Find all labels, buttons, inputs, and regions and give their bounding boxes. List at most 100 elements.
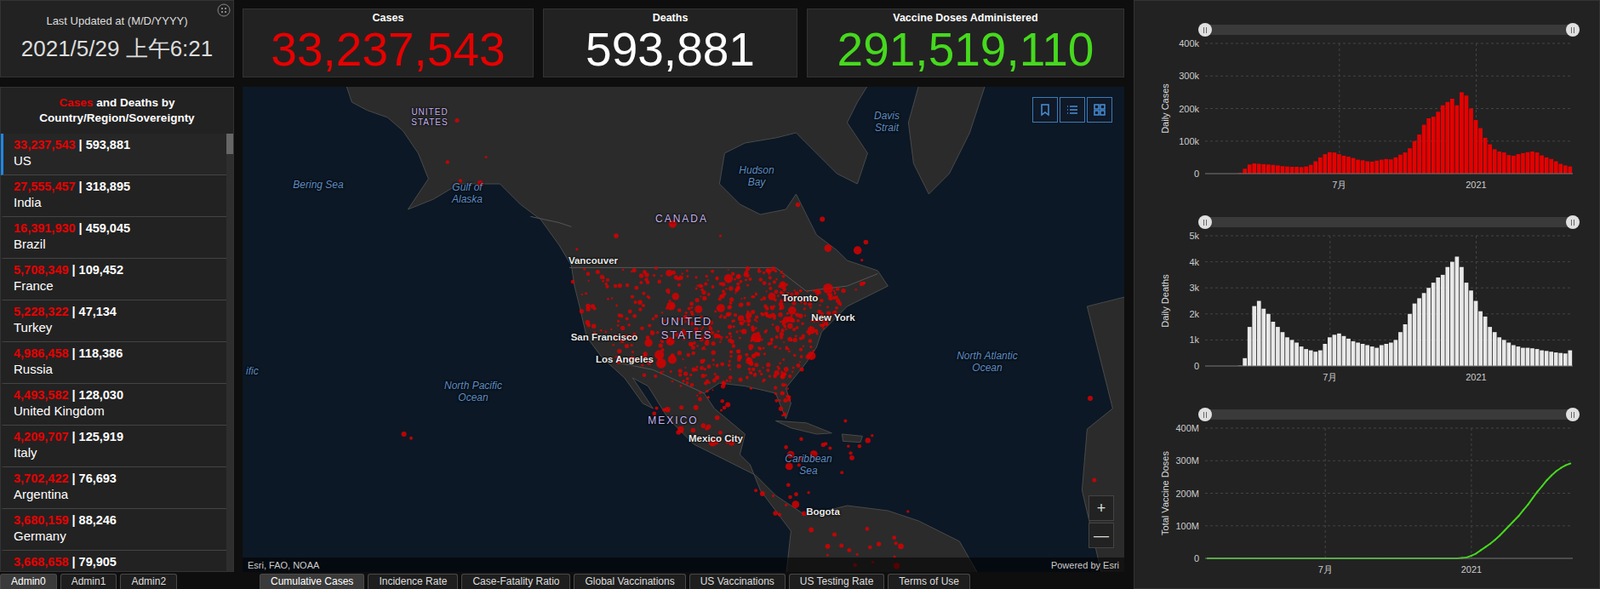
bar[interactable] <box>1539 155 1544 174</box>
country-row[interactable]: 5,228,322|47,134Turkey <box>0 300 227 343</box>
country-row[interactable]: 3,680,159|88,246Germany <box>0 508 227 551</box>
case-marker[interactable] <box>656 331 659 334</box>
case-marker[interactable] <box>776 329 780 333</box>
line-segment[interactable] <box>1547 475 1553 481</box>
case-marker[interactable] <box>743 270 749 275</box>
bar[interactable] <box>1535 348 1540 366</box>
case-marker[interactable] <box>840 288 846 293</box>
line-segment[interactable] <box>1542 480 1548 486</box>
line-segment[interactable] <box>1475 549 1481 554</box>
case-marker[interactable] <box>746 301 751 306</box>
case-marker[interactable] <box>586 307 591 312</box>
case-marker[interactable] <box>691 306 694 309</box>
bar[interactable] <box>1407 148 1412 174</box>
case-marker[interactable] <box>690 382 695 388</box>
bar[interactable] <box>1506 342 1511 367</box>
case-marker[interactable] <box>595 269 600 275</box>
case-marker[interactable] <box>748 277 752 281</box>
range-slider[interactable] <box>1205 217 1573 228</box>
bar[interactable] <box>1525 348 1531 366</box>
case-marker[interactable] <box>772 304 776 308</box>
case-marker[interactable] <box>737 364 742 369</box>
case-marker[interactable] <box>764 330 768 334</box>
case-marker[interactable] <box>720 408 723 412</box>
line-segment[interactable] <box>1499 531 1505 537</box>
bar[interactable] <box>1388 342 1394 367</box>
case-marker[interactable] <box>782 287 786 292</box>
line-segment[interactable] <box>1556 468 1562 472</box>
bar[interactable] <box>1398 154 1403 174</box>
case-marker[interactable] <box>783 366 789 372</box>
bar[interactable] <box>1271 321 1276 366</box>
case-marker[interactable] <box>765 362 771 367</box>
case-marker[interactable] <box>828 445 832 450</box>
case-marker[interactable] <box>1091 478 1097 483</box>
case-marker[interactable] <box>745 312 752 319</box>
case-marker[interactable] <box>729 380 732 383</box>
case-marker[interactable] <box>677 350 682 355</box>
case-marker[interactable] <box>739 321 744 326</box>
case-marker[interactable] <box>719 335 722 338</box>
case-marker[interactable] <box>795 325 800 330</box>
bar[interactable] <box>1554 161 1559 175</box>
case-marker[interactable] <box>600 274 605 280</box>
bar[interactable] <box>1445 267 1450 366</box>
case-marker[interactable] <box>763 352 766 355</box>
case-marker[interactable] <box>782 398 788 403</box>
case-marker[interactable] <box>796 363 801 368</box>
bar[interactable] <box>1370 161 1375 174</box>
bar[interactable] <box>1539 350 1544 366</box>
case-marker[interactable] <box>801 510 807 516</box>
case-marker[interactable] <box>794 491 799 497</box>
case-marker[interactable] <box>799 360 801 363</box>
case-marker[interactable] <box>760 312 765 316</box>
case-marker[interactable] <box>775 335 779 339</box>
case-marker[interactable] <box>642 373 646 378</box>
case-marker[interactable] <box>736 274 741 280</box>
case-marker[interactable] <box>702 296 707 301</box>
case-marker[interactable] <box>768 375 772 378</box>
line-segment[interactable] <box>1508 520 1515 526</box>
bar[interactable] <box>1483 316 1488 366</box>
bar[interactable] <box>1313 351 1318 366</box>
case-marker[interactable] <box>705 274 709 278</box>
case-marker[interactable] <box>825 543 831 549</box>
bar[interactable] <box>1516 346 1521 366</box>
case-marker[interactable] <box>697 397 703 402</box>
case-marker[interactable] <box>835 286 840 292</box>
case-marker[interactable] <box>765 329 768 332</box>
case-marker[interactable] <box>718 297 722 301</box>
case-marker[interactable] <box>684 366 686 369</box>
case-marker[interactable] <box>754 488 758 492</box>
bar[interactable] <box>1332 152 1338 174</box>
case-marker[interactable] <box>777 312 783 317</box>
case-marker[interactable] <box>773 386 778 390</box>
case-marker[interactable] <box>834 295 839 299</box>
case-marker[interactable] <box>691 351 697 356</box>
case-marker[interactable] <box>853 245 863 255</box>
case-marker[interactable] <box>699 365 704 371</box>
case-marker[interactable] <box>787 337 793 343</box>
bar[interactable] <box>1492 331 1498 366</box>
case-marker[interactable] <box>696 365 699 369</box>
case-marker[interactable] <box>715 277 720 281</box>
bar[interactable] <box>1261 164 1266 174</box>
bar[interactable] <box>1511 345 1516 367</box>
case-marker[interactable] <box>714 372 717 376</box>
case-marker[interactable] <box>665 269 673 277</box>
case-marker[interactable] <box>632 314 637 319</box>
bar[interactable] <box>1426 118 1431 174</box>
case-marker[interactable] <box>658 342 663 348</box>
case-marker[interactable] <box>748 348 752 351</box>
case-marker[interactable] <box>761 366 764 369</box>
case-marker[interactable] <box>668 356 671 359</box>
case-marker[interactable] <box>685 381 690 385</box>
case-marker[interactable] <box>727 304 732 309</box>
tab[interactable]: Admin2 <box>120 573 178 589</box>
case-marker[interactable] <box>742 330 744 332</box>
case-marker[interactable] <box>786 312 789 315</box>
case-marker[interactable] <box>628 323 631 326</box>
bar[interactable] <box>1346 338 1351 366</box>
case-marker[interactable] <box>679 405 684 410</box>
line-segment[interactable] <box>1480 547 1486 551</box>
